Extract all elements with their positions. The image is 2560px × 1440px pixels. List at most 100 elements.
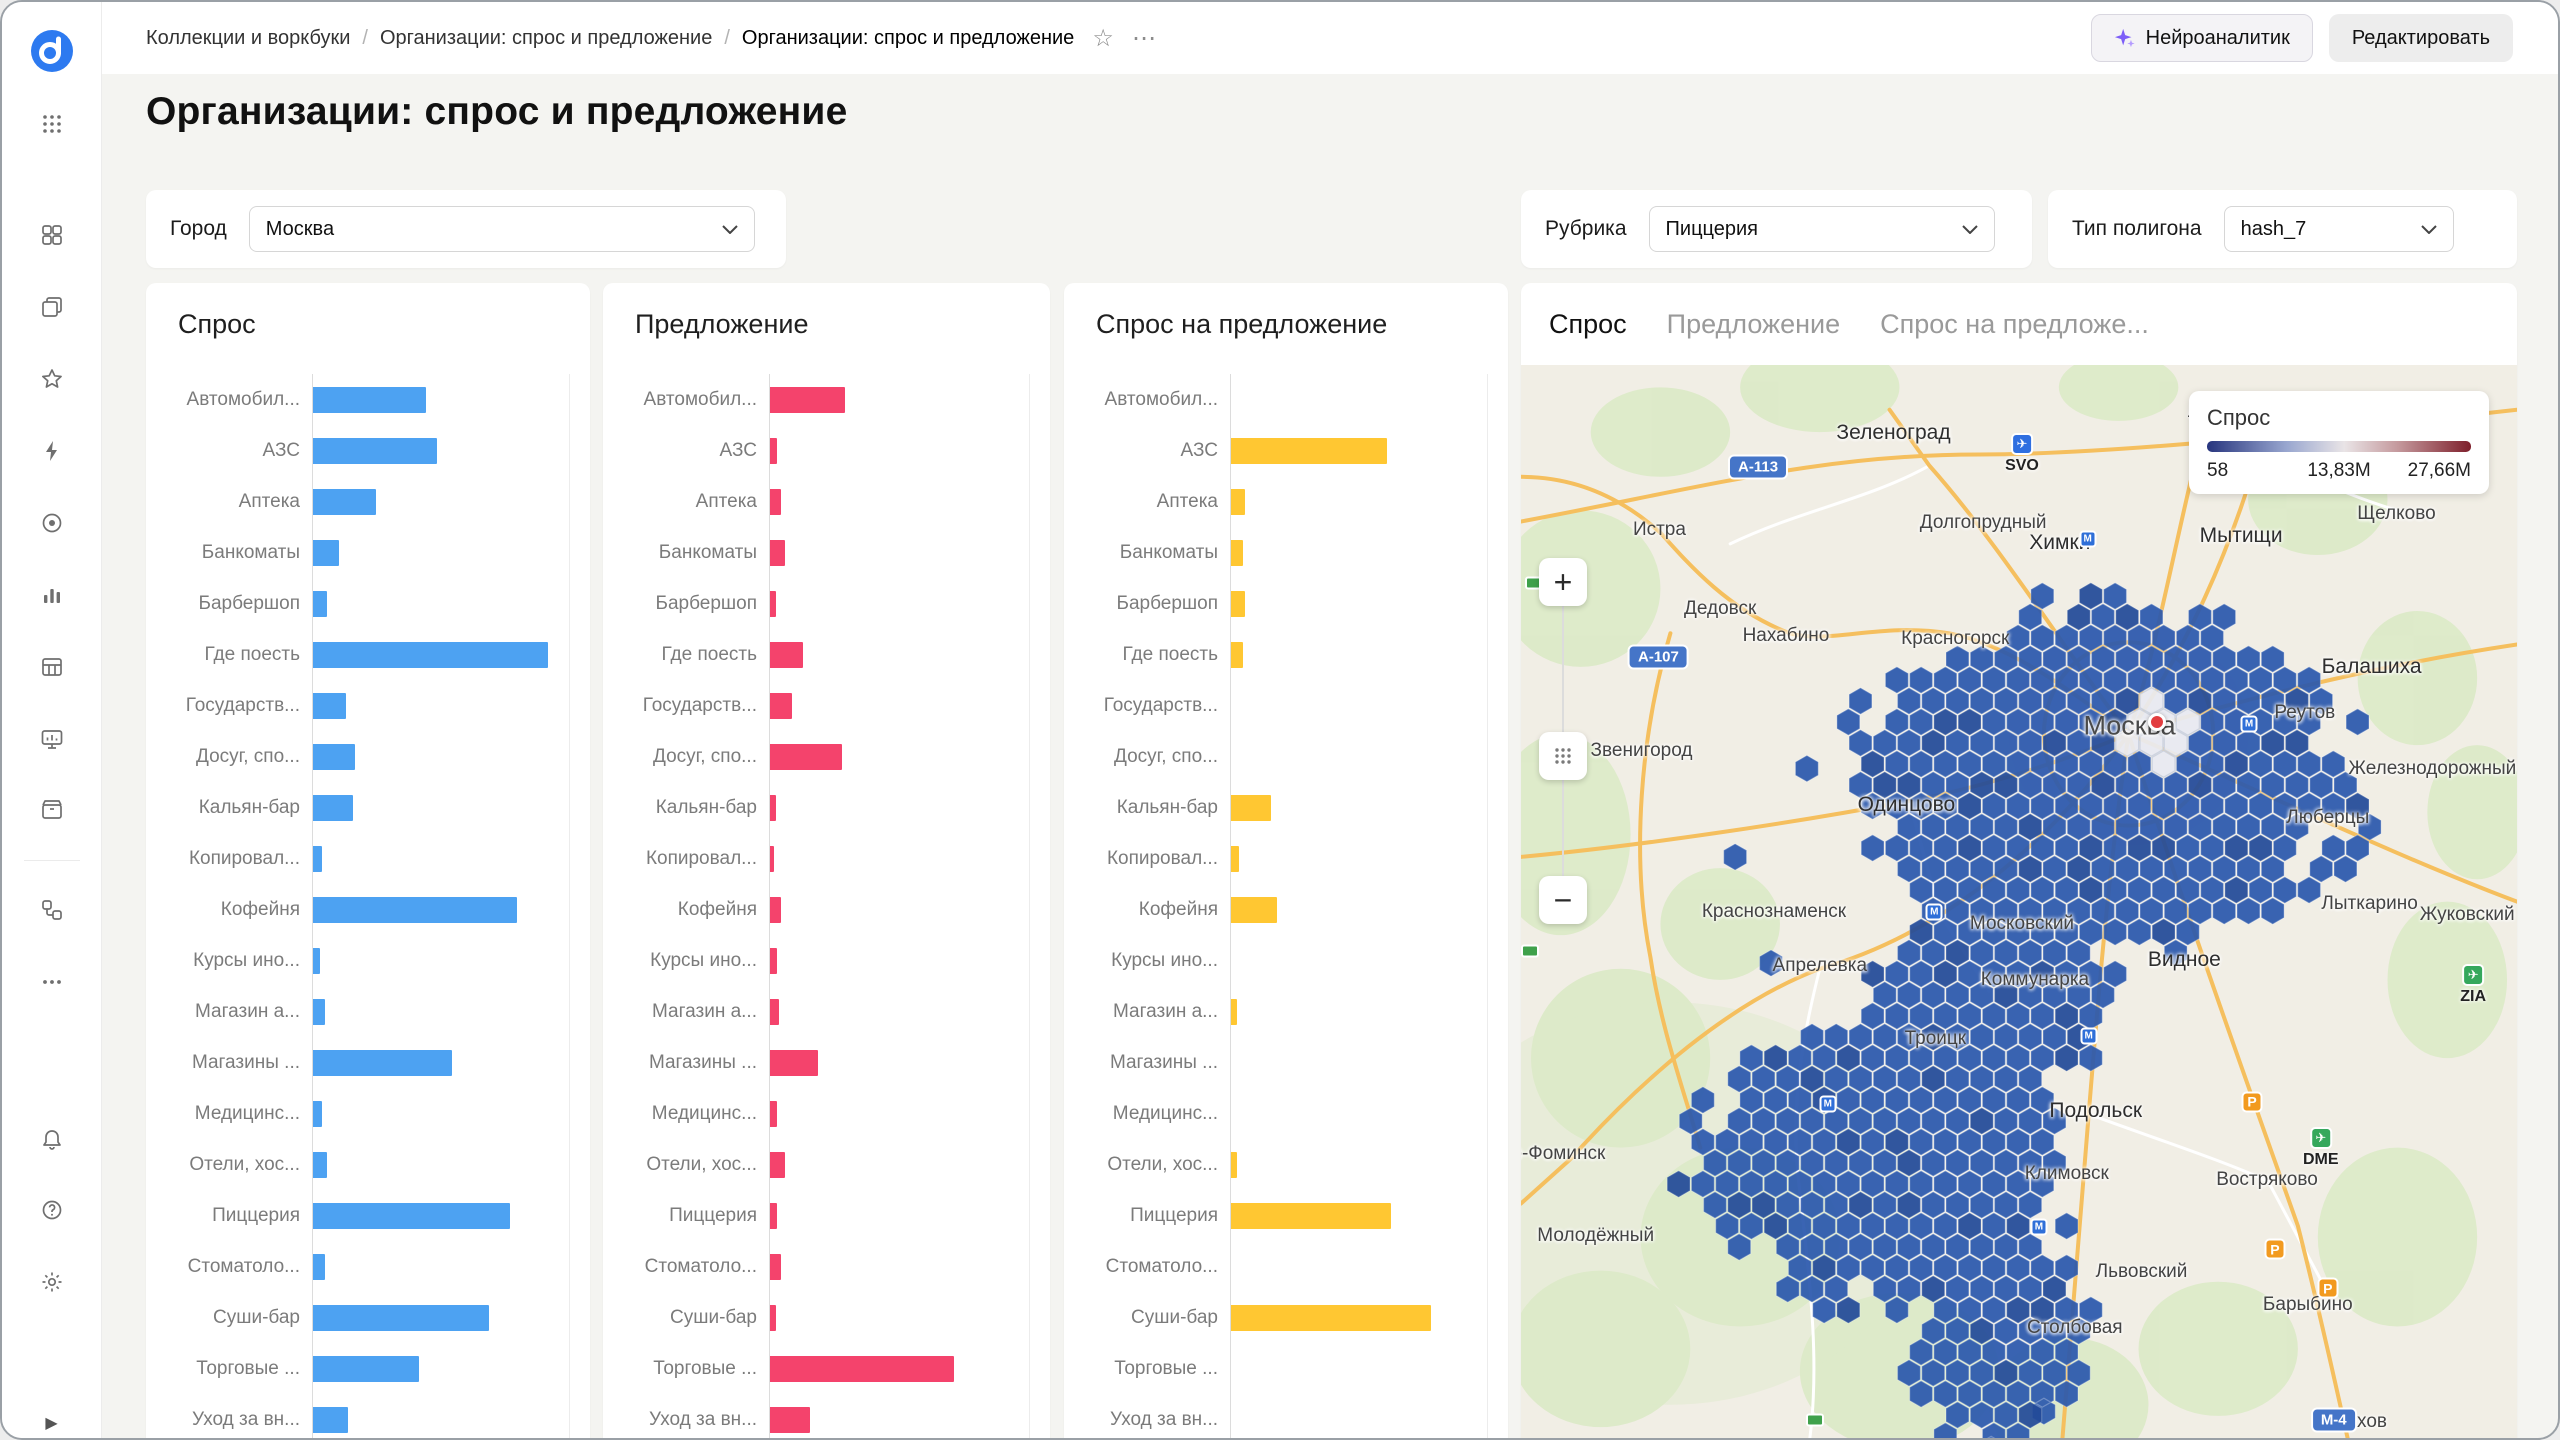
category-label: Банкоматы xyxy=(1119,541,1218,563)
map-canvas[interactable]: ЛобняЗеленоградМытищиЩелковоИстраДолгопр… xyxy=(1521,365,2517,1438)
bar[interactable] xyxy=(770,1100,778,1127)
bar[interactable] xyxy=(770,488,782,515)
notifications-bell-icon[interactable] xyxy=(30,1118,74,1162)
rubric-select[interactable]: Пиццерия xyxy=(1648,206,1995,252)
breadcrumb-collections[interactable]: Коллекции и воркбуки xyxy=(146,27,350,50)
city-filter-card: Город Москва xyxy=(146,190,786,268)
bar[interactable] xyxy=(1231,590,1245,617)
settings-gear-icon[interactable] xyxy=(30,1260,74,1304)
bar[interactable] xyxy=(770,437,778,464)
category-label: Досуг, спо... xyxy=(1113,745,1218,767)
bar-area xyxy=(1230,629,1488,680)
bar[interactable] xyxy=(1231,641,1243,668)
monitoring-icon[interactable] xyxy=(30,501,74,545)
bar[interactable] xyxy=(1231,1202,1391,1229)
bar[interactable] xyxy=(313,896,518,923)
bar[interactable] xyxy=(770,692,793,719)
bar[interactable] xyxy=(1231,998,1237,1025)
chevron-down-icon xyxy=(2420,224,2437,234)
bar[interactable] xyxy=(770,845,774,872)
apps-grid-icon[interactable] xyxy=(30,102,74,146)
bar-area xyxy=(1230,1241,1488,1292)
storage-box-icon[interactable] xyxy=(30,788,74,832)
connections-icon[interactable] xyxy=(30,888,74,932)
bar[interactable] xyxy=(313,1151,328,1178)
bar[interactable] xyxy=(313,845,323,872)
bar[interactable] xyxy=(770,539,785,566)
bar[interactable] xyxy=(770,1304,776,1331)
map-tab[interactable]: Спрос xyxy=(1549,309,1627,340)
collapse-sidebar-icon[interactable]: ▶ xyxy=(30,1401,74,1438)
bar[interactable] xyxy=(313,794,353,821)
bar[interactable] xyxy=(313,590,328,617)
bar[interactable] xyxy=(1231,539,1243,566)
bar[interactable] xyxy=(313,1355,419,1382)
bar-row: Государств... xyxy=(619,680,1030,731)
bar[interactable] xyxy=(770,590,776,617)
bar[interactable] xyxy=(313,1202,511,1229)
presentations-monitor-icon[interactable] xyxy=(30,717,74,761)
editor-lightning-icon[interactable] xyxy=(30,429,74,473)
bar[interactable] xyxy=(313,1049,452,1076)
category-label: Где поесть xyxy=(204,643,300,665)
polygon-select[interactable]: hash_7 xyxy=(2223,206,2454,252)
datalens-logo-icon[interactable] xyxy=(30,29,74,73)
bar[interactable] xyxy=(313,488,377,515)
bar[interactable] xyxy=(1231,437,1387,464)
bar-area xyxy=(769,1190,1030,1241)
bar[interactable] xyxy=(313,1406,349,1433)
bar[interactable] xyxy=(1231,896,1277,923)
bar[interactable] xyxy=(1231,1151,1237,1178)
bar[interactable] xyxy=(770,1049,818,1076)
bar[interactable] xyxy=(770,743,842,770)
breadcrumb-workbook[interactable]: Организации: спрос и предложение xyxy=(380,27,712,50)
measure-tool-button[interactable] xyxy=(1539,732,1587,780)
bar[interactable] xyxy=(1231,488,1245,515)
help-icon[interactable] xyxy=(30,1188,74,1232)
bar[interactable] xyxy=(313,1253,325,1280)
bar[interactable] xyxy=(770,794,776,821)
bar[interactable] xyxy=(770,896,782,923)
bar[interactable] xyxy=(313,998,325,1025)
bar-row: Магазины ... xyxy=(1080,1037,1488,1088)
bar[interactable] xyxy=(1231,794,1271,821)
bar[interactable] xyxy=(313,1304,490,1331)
dashboards-icon[interactable] xyxy=(30,213,74,257)
bar[interactable] xyxy=(770,1202,778,1229)
bar[interactable] xyxy=(770,1253,782,1280)
charts-icon[interactable] xyxy=(30,573,74,617)
bar[interactable] xyxy=(313,641,548,668)
datasets-table-icon[interactable] xyxy=(30,645,74,689)
bar[interactable] xyxy=(313,1100,323,1127)
zoom-in-button[interactable]: + xyxy=(1539,558,1587,606)
edit-button[interactable]: Редактировать xyxy=(2328,14,2513,62)
zoom-out-button[interactable]: − xyxy=(1539,876,1587,924)
bar[interactable] xyxy=(313,437,438,464)
bar[interactable] xyxy=(313,947,321,974)
bar[interactable] xyxy=(1231,1304,1431,1331)
map-tab[interactable]: Предложение xyxy=(1667,309,1840,340)
bar[interactable] xyxy=(770,641,804,668)
bar[interactable] xyxy=(313,743,356,770)
favorite-star-icon[interactable]: ☆ xyxy=(1092,24,1114,53)
bar-area xyxy=(1230,1190,1488,1241)
bar[interactable] xyxy=(770,947,778,974)
bar[interactable] xyxy=(770,1355,954,1382)
favorites-star-icon[interactable] xyxy=(30,357,74,401)
bar[interactable] xyxy=(313,386,426,413)
bar[interactable] xyxy=(770,998,780,1025)
more-services-icon[interactable] xyxy=(30,960,74,1004)
city-select[interactable]: Москва xyxy=(248,206,755,252)
bar[interactable] xyxy=(1231,845,1239,872)
bar[interactable] xyxy=(313,539,339,566)
bar[interactable] xyxy=(770,386,846,413)
bar[interactable] xyxy=(770,1406,811,1433)
bar[interactable] xyxy=(770,1151,785,1178)
more-actions-icon[interactable]: ⋯ xyxy=(1132,24,1156,53)
category-label: Где поесть xyxy=(661,643,757,665)
bar-area xyxy=(1230,1037,1488,1088)
map-tab[interactable]: Спрос на предложе... xyxy=(1880,309,2149,340)
neuro-analyst-button[interactable]: Нейроаналитик xyxy=(2090,14,2313,62)
bar[interactable] xyxy=(313,692,346,719)
workbooks-icon[interactable] xyxy=(30,285,74,329)
